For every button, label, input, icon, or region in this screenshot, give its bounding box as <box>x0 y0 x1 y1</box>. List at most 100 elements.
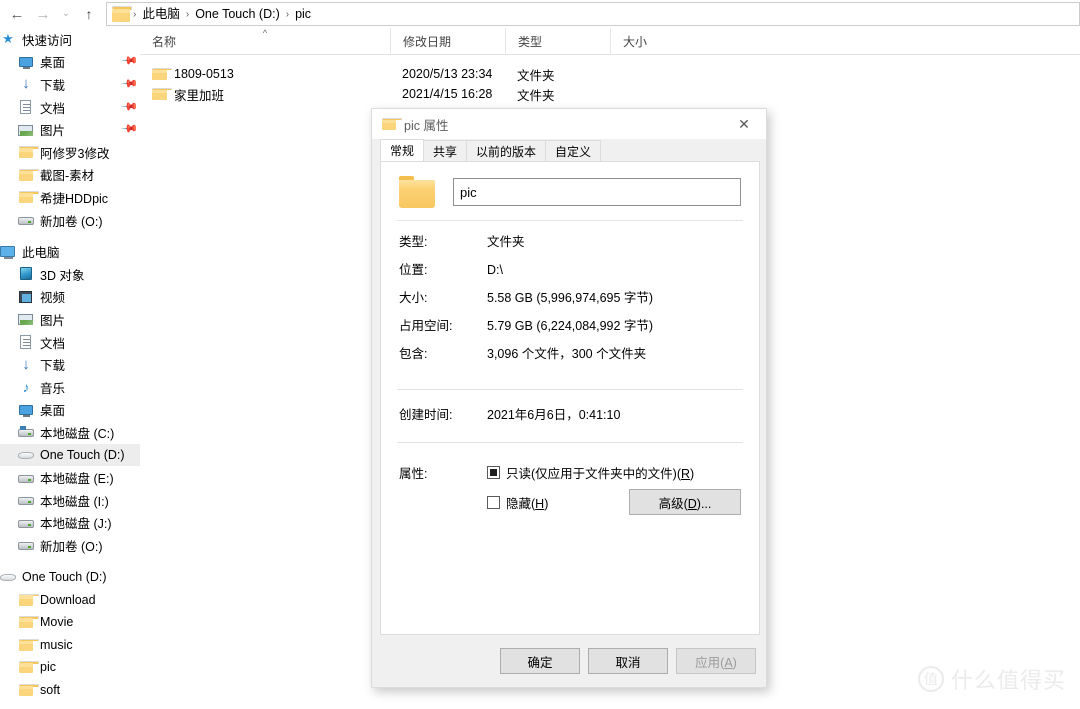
property-size: 大小: 5.58 GB (5,996,974,695 字节) <box>381 287 759 315</box>
property-value: 2021年6月6日，0:41:10 <box>487 408 621 422</box>
tab-previous-versions[interactable]: 以前的版本 <box>466 140 547 161</box>
sidebar-item-folder-screenshots[interactable]: 截图-素材 <box>0 164 140 187</box>
breadcrumb-item-0[interactable]: 此电脑 <box>137 4 185 24</box>
pictures-icon <box>18 311 34 327</box>
sidebar-item-soft[interactable]: soft <box>0 679 140 702</box>
cell-modified: 2021/4/15 16:28 <box>402 87 493 101</box>
tab-customize[interactable]: 自定义 <box>545 140 602 161</box>
sidebar-item-pictures[interactable]: 图片 <box>0 308 140 331</box>
sidebar-item-volume-o[interactable]: 新加卷 (O:) <box>0 534 140 557</box>
dialog-footer: 确定 取消 应用(A) <box>372 635 766 687</box>
folder-name-row <box>381 162 759 220</box>
folder-icon <box>18 614 39 630</box>
external-drive-icon <box>17 447 35 463</box>
readonly-text: 只读(仅应用于文件夹中的文件)( <box>506 466 681 481</box>
sidebar-item-3d-objects[interactable]: 3D 对象 <box>0 263 140 286</box>
sidebar-item-music-folder[interactable]: music <box>0 633 140 656</box>
drive-icon <box>18 537 34 553</box>
advanced-button[interactable]: 高级(D)... <box>629 489 741 515</box>
watermark-text: 什么值得买 <box>950 668 1066 693</box>
tab-general[interactable]: 常规 <box>380 139 425 161</box>
pictures-icon <box>18 122 34 138</box>
drive-icon <box>18 212 34 228</box>
sidebar-item-local-disk-i[interactable]: 本地磁盘 (I:) <box>0 489 140 512</box>
table-row[interactable]: 1809-0513 2020/5/13 23:34 文件夹 <box>140 64 1080 84</box>
sidebar-item-label: 文档 <box>40 336 66 351</box>
sidebar-item-movie[interactable]: Movie <box>0 611 140 634</box>
sidebar-item-label: 桌面 <box>40 56 66 71</box>
cancel-button[interactable]: 取消 <box>588 648 668 674</box>
folder-icon <box>399 176 435 208</box>
sidebar-item-pic[interactable]: pic <box>0 656 140 679</box>
dialog-title-bar[interactable]: pic 属性 ✕ <box>372 109 766 139</box>
attribute-hidden-row: 隐藏(H) 高级(D)... <box>399 487 759 517</box>
sort-ascending-icon: ^ <box>262 27 268 38</box>
sidebar-item-music[interactable]: ♪ 音乐 <box>0 376 140 399</box>
sidebar-item-download[interactable]: Download <box>0 588 140 611</box>
pin-icon[interactable]: 📌 <box>120 75 138 93</box>
up-icon[interactable]: ↑ <box>76 2 102 26</box>
address-bar[interactable]: › 此电脑 › One Touch (D:) › pic <box>106 2 1080 26</box>
sidebar-item-desktop[interactable]: 桌面 <box>0 399 140 422</box>
sidebar-group-quick-access[interactable]: ★ 快速访问 <box>0 28 140 51</box>
property-label: 占用空间: <box>399 319 453 333</box>
sidebar-item-folder-hddpic[interactable]: 希捷HDDpic <box>0 186 140 209</box>
sidebar-item-label: 新加卷 (O:) <box>40 214 103 229</box>
breadcrumb-folder-icon <box>112 6 132 22</box>
star-pin-icon: ★ <box>2 31 14 47</box>
cell-type: 文件夹 <box>517 88 555 103</box>
column-header-size[interactable]: 大小 <box>610 27 690 55</box>
close-icon[interactable]: ✕ <box>722 109 766 139</box>
property-label: 类型: <box>399 235 428 249</box>
table-row[interactable]: 家里加班 2021/4/15 16:28 文件夹 <box>140 84 1080 104</box>
ok-button[interactable]: 确定 <box>500 648 580 674</box>
apply-button[interactable]: 应用(A) <box>676 648 756 674</box>
folder-name-input[interactable] <box>453 178 741 206</box>
sidebar-item-desktop[interactable]: 桌面 📌 <box>0 51 140 74</box>
navigation-pane[interactable]: ★ 快速访问 桌面 📌 ↓ 下载 📌 文档 📌 图片 📌 阿修罗3修改 截图-素… <box>0 28 140 709</box>
pin-icon[interactable]: 📌 <box>120 52 138 70</box>
tab-sharing[interactable]: 共享 <box>423 140 468 161</box>
advanced-accel: D <box>687 496 697 511</box>
breadcrumb-item-1[interactable]: One Touch (D:) <box>190 4 285 24</box>
sidebar-item-one-touch-d[interactable]: One Touch (D:) <box>0 443 140 467</box>
hidden-text-end: ) <box>544 496 549 511</box>
readonly-checkbox[interactable] <box>487 465 500 479</box>
readonly-accel: R <box>681 466 691 481</box>
hidden-checkbox[interactable] <box>487 495 500 509</box>
sidebar-item-volume-o[interactable]: 新加卷 (O:) <box>0 209 140 232</box>
column-header-type[interactable]: 类型 <box>505 27 610 55</box>
sidebar-item-local-disk-e[interactable]: 本地磁盘 (E:) <box>0 466 140 489</box>
pin-icon[interactable]: 📌 <box>120 120 138 138</box>
sidebar-item-label: 截图-素材 <box>40 169 95 184</box>
recent-locations-chevron-down-icon[interactable]: ⌄ <box>56 2 76 26</box>
file-name: 1809-0513 <box>174 67 234 81</box>
dialog-tab-strip[interactable]: 常规 共享 以前的版本 自定义 <box>372 139 766 161</box>
breadcrumb-item-2[interactable]: pic <box>290 4 316 24</box>
sidebar-item-folder-ashura3[interactable]: 阿修罗3修改 <box>0 141 140 164</box>
property-created: 创建时间: 2021年6月6日，0:41:10 <box>381 404 759 432</box>
back-icon[interactable]: ← <box>4 2 30 26</box>
cell-modified: 2020/5/13 23:34 <box>402 67 493 81</box>
sidebar-item-downloads[interactable]: ↓ 下载 <box>0 353 140 376</box>
folder-icon <box>18 637 39 653</box>
column-header-modified[interactable]: 修改日期 <box>390 27 505 55</box>
sidebar-item-documents[interactable]: 文档 📌 <box>0 96 140 119</box>
forward-icon[interactable]: → <box>30 2 56 26</box>
sidebar-group-one-touch-d[interactable]: One Touch (D:) <box>0 566 140 589</box>
sidebar-group-this-pc[interactable]: 此电脑 <box>0 240 140 263</box>
this-pc-icon <box>0 244 16 260</box>
column-header-name[interactable]: ^ 名称 <box>140 28 390 55</box>
sidebar-item-local-disk-j[interactable]: 本地磁盘 (J:) <box>0 511 140 534</box>
pin-icon[interactable]: 📌 <box>120 98 138 116</box>
sidebar-item-label: 3D 对象 <box>40 268 85 283</box>
sidebar-item-pictures[interactable]: 图片 📌 <box>0 118 140 141</box>
file-rows: 1809-0513 2020/5/13 23:34 文件夹 家里加班 2021/… <box>140 55 1080 104</box>
sidebar-item-videos[interactable]: 视频 <box>0 286 140 309</box>
apply-text: 应用( <box>695 655 725 670</box>
sidebar-item-label: 本地磁盘 (E:) <box>40 472 114 487</box>
sidebar-item-downloads[interactable]: ↓ 下载 📌 <box>0 73 140 96</box>
sidebar-item-documents[interactable]: 文档 <box>0 331 140 354</box>
sidebar-item-local-disk-c[interactable]: 本地磁盘 (C:) <box>0 421 140 444</box>
